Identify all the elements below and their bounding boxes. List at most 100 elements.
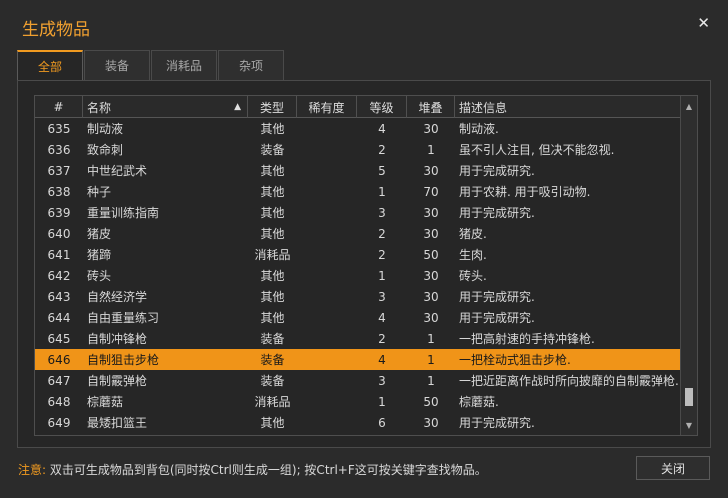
table-row[interactable]: 643 自然经济学 其他 3 30 用于完成研究. [35, 286, 680, 307]
close-icon[interactable]: ✕ [697, 16, 710, 31]
cell-index: 637 [47, 163, 71, 178]
cell-index: 647 [47, 373, 71, 388]
col-header-rarity[interactable]: 稀有度 [297, 96, 357, 118]
cell-index: 646 [47, 352, 71, 367]
cell-stack: 1 [427, 331, 435, 346]
cell-name: 重量训练指南 [87, 206, 160, 220]
scrollbar-thumb[interactable] [685, 387, 693, 406]
cell-index: 635 [47, 121, 71, 136]
cell-index: 645 [47, 331, 71, 346]
cell-level: 3 [378, 373, 386, 388]
table-row[interactable]: 636 致命刺 装备 2 1 虽不引人注目, 但决不能忽视. [35, 139, 680, 160]
cell-stack: 30 [423, 205, 439, 220]
col-header-stack[interactable]: 堆叠 [407, 96, 455, 118]
cell-stack: 30 [423, 289, 439, 304]
table-row[interactable]: 642 砖头 其他 1 30 砖头. [35, 265, 680, 286]
cell-type: 其他 [260, 206, 285, 220]
cell-stack: 50 [423, 247, 439, 262]
cell-stack: 30 [423, 121, 439, 136]
tab-all[interactable]: 全部 [17, 50, 83, 80]
cell-name: 砖头 [87, 269, 112, 283]
col-header-description[interactable]: 描述信息 [455, 96, 680, 118]
cell-type: 消耗品 [254, 395, 291, 409]
col-header-index[interactable]: # [35, 96, 83, 118]
table-row[interactable]: 641 猪蹄 消耗品 2 50 生肉. [35, 244, 680, 265]
vertical-scrollbar[interactable]: ▲ ▼ [680, 96, 697, 435]
cell-type: 消耗品 [254, 248, 291, 262]
scroll-down-icon[interactable]: ▼ [681, 417, 697, 433]
cell-rarity [297, 307, 357, 328]
cell-rarity [297, 328, 357, 349]
cell-index: 636 [47, 142, 71, 157]
cell-type: 装备 [260, 332, 285, 346]
cell-description: 用于完成研究. [459, 206, 535, 220]
cell-stack: 50 [423, 394, 439, 409]
cell-type: 其他 [260, 122, 285, 136]
table-row[interactable]: 635 制动液 其他 4 30 制动液. [35, 118, 680, 139]
cell-level: 3 [378, 289, 386, 304]
cell-stack: 1 [427, 373, 435, 388]
table-row[interactable]: 638 种子 其他 1 70 用于农耕. 用于吸引动物. [35, 181, 680, 202]
cell-stack: 30 [423, 163, 439, 178]
cell-name: 自由重量练习 [87, 311, 160, 325]
cell-description: 棕蘑菇. [459, 395, 499, 409]
cell-description: 用于完成研究. [459, 311, 535, 325]
cell-type: 其他 [260, 416, 285, 430]
cell-level: 4 [378, 352, 386, 367]
cell-description: 用于农耕. 用于吸引动物. [459, 185, 591, 199]
table-row[interactable]: 639 重量训练指南 其他 3 30 用于完成研究. [35, 202, 680, 223]
cell-type: 其他 [260, 269, 285, 283]
tab-equipment[interactable]: 装备 [84, 50, 150, 80]
cell-type: 其他 [260, 164, 285, 178]
table-row[interactable]: 646 自制狙击步枪 装备 4 1 一把栓动式狙击步枪. [35, 349, 680, 370]
cell-index: 648 [47, 394, 71, 409]
scroll-up-icon[interactable]: ▲ [681, 98, 697, 114]
cell-level: 2 [378, 226, 386, 241]
cell-type: 其他 [260, 227, 285, 241]
cell-name: 自制冲锋枪 [87, 332, 148, 346]
cell-name: 棕蘑菇 [87, 395, 124, 409]
cell-stack: 1 [427, 352, 435, 367]
cell-index: 641 [47, 247, 71, 262]
cell-rarity [297, 370, 357, 391]
cell-index: 640 [47, 226, 71, 241]
table-row[interactable]: 637 中世纪武术 其他 5 30 用于完成研究. [35, 160, 680, 181]
col-header-type[interactable]: 类型 [248, 96, 297, 118]
cell-description: 一把近距离作战时所向披靡的自制霰弹枪. [459, 374, 679, 388]
cell-level: 2 [378, 247, 386, 262]
cell-name: 最矮扣篮王 [87, 416, 148, 430]
col-header-level[interactable]: 等级 [357, 96, 407, 118]
table-row[interactable]: 640 猪皮 其他 2 30 猪皮. [35, 223, 680, 244]
col-header-name[interactable]: 名称 ▲ [83, 96, 248, 118]
cell-rarity [297, 412, 357, 433]
cell-level: 2 [378, 331, 386, 346]
cell-name: 猪皮 [87, 227, 112, 241]
close-button[interactable]: 关闭 [636, 456, 710, 480]
table-row[interactable]: 644 自由重量练习 其他 4 30 用于完成研究. [35, 307, 680, 328]
cell-stack: 30 [423, 415, 439, 430]
items-table: # 名称 ▲ 类型 稀有度 等级 堆叠 描述信息 635 制动液 其他 4 30 制动液.… [34, 95, 698, 436]
cell-index: 649 [47, 415, 71, 430]
cell-name: 制动液 [87, 122, 124, 136]
cell-index: 643 [47, 289, 71, 304]
cell-description: 猪皮. [459, 227, 487, 241]
table-row[interactable]: 648 棕蘑菇 消耗品 1 50 棕蘑菇. [35, 391, 680, 412]
cell-type: 其他 [260, 185, 285, 199]
tab-consumables[interactable]: 消耗品 [151, 50, 217, 80]
cell-rarity [297, 118, 357, 139]
table-row[interactable]: 649 最矮扣篮王 其他 6 30 用于完成研究. [35, 412, 680, 433]
cell-rarity [297, 349, 357, 370]
cell-stack: 70 [423, 184, 439, 199]
cell-level: 3 [378, 205, 386, 220]
tab-misc[interactable]: 杂项 [218, 50, 284, 80]
cell-level: 6 [378, 415, 386, 430]
cell-name: 致命刺 [87, 143, 124, 157]
cell-level: 1 [378, 268, 386, 283]
cell-description: 生肉. [459, 248, 487, 262]
table-row[interactable]: 647 自制霰弹枪 装备 3 1 一把近距离作战时所向披靡的自制霰弹枪. [35, 370, 680, 391]
cell-description: 虽不引人注目, 但决不能忽视. [459, 143, 615, 157]
cell-name: 自制狙击步枪 [87, 353, 160, 367]
cell-type: 装备 [260, 374, 285, 388]
table-row[interactable]: 645 自制冲锋枪 装备 2 1 一把高射速的手持冲锋枪. [35, 328, 680, 349]
cell-name: 猪蹄 [87, 248, 112, 262]
